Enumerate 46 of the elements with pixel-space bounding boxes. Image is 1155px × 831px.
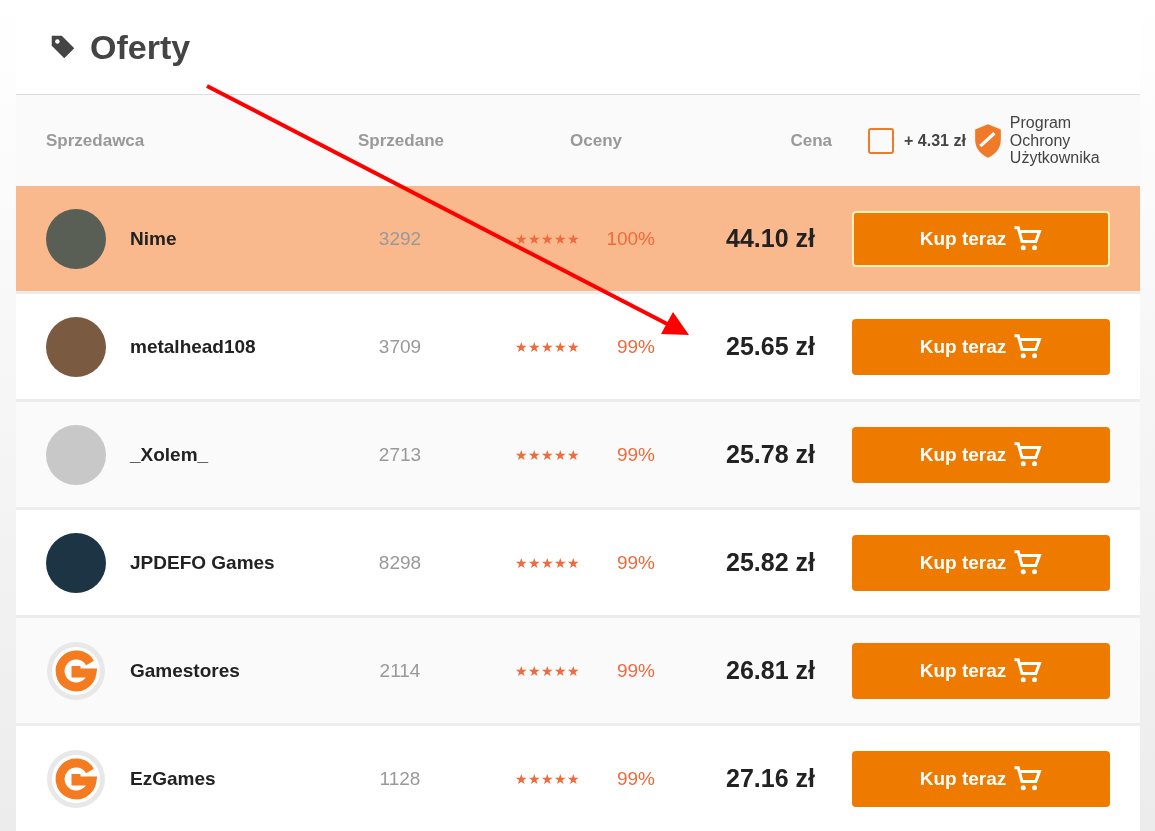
price: 25.82 zł [725,548,815,577]
seller-name: EzGames [130,767,217,790]
rating-stars: ★★★★★ [515,770,581,787]
seller-name: _Xolem_ [130,443,210,466]
rating-stars: ★★★★★ [515,338,581,355]
rating-percent: 100% [605,227,655,250]
rating-percent: 99% [615,335,655,358]
price: 26.81 zł [725,656,815,685]
seller-name: Nime [130,227,178,250]
protection-label: Program Ochrony Użytkownika [1009,114,1101,167]
sold-count: 1128 [378,767,422,790]
seller-name: metalhead108 [130,335,257,358]
rating-percent: 99% [615,767,655,790]
protection-fee: + 4.31 zł [904,131,966,150]
rating-stars: ★★★★★ [515,554,581,571]
seller-name: Gamestores [130,659,241,682]
section-title: Oferty [90,27,191,67]
rating-percent: 99% [615,659,655,682]
buy-button[interactable]: Kup teraz [852,534,1110,591]
buy-button[interactable]: Kup teraz [852,642,1110,699]
rating-stars: ★★★★★ [515,230,581,247]
protection-checkbox[interactable] [868,127,894,154]
column-header: Cena [789,130,832,151]
sold-count: 2114 [378,659,422,682]
buy-button[interactable]: Kup teraz [852,210,1110,267]
sold-count: 3709 [377,335,423,358]
sold-count: 2713 [377,443,423,466]
seller-name: JPDEFO Games [130,551,276,574]
rating-percent: 99% [615,551,655,574]
rating-stars: ★★★★★ [515,446,581,463]
buy-button[interactable]: Kup teraz [852,750,1110,807]
buy-button[interactable]: Kup teraz [852,318,1110,375]
buy-button[interactable]: Kup teraz [852,426,1110,483]
column-header: Oceny [569,130,623,151]
logo-icon [46,748,106,809]
price: 25.65 zł [725,332,815,361]
price: 27.16 zł [725,764,815,793]
rating-percent: 99% [615,443,655,466]
sold-count: 3292 [377,227,423,250]
price: 44.10 zł [725,224,815,253]
rating-stars: ★★★★★ [515,662,581,679]
price: 25.78 zł [725,440,815,469]
logo-icon [46,640,106,701]
sold-count: 8298 [377,551,423,574]
column-header: Sprzedane [357,130,445,151]
column-header: Sprzedawca [46,130,146,151]
